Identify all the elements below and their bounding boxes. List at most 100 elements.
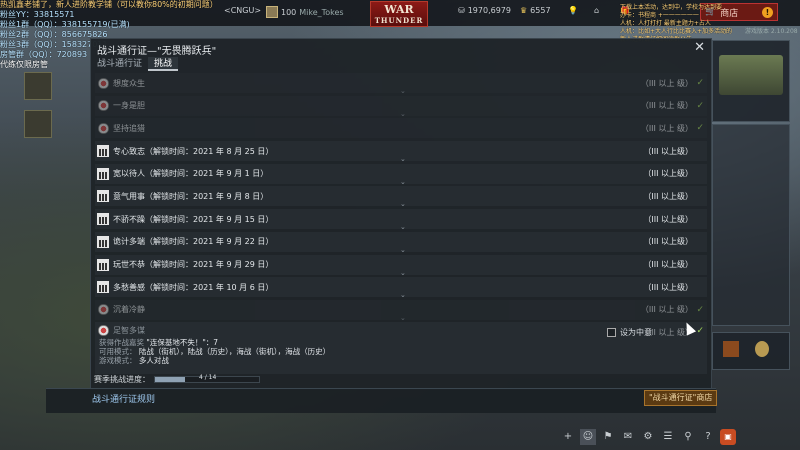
chevron-down-icon[interactable]: ⌄ — [400, 155, 406, 163]
notification-icon[interactable]: ▣ — [720, 429, 736, 445]
challenge-label: 专心致志（解锁时间：2021 年 8 月 25 日） — [113, 146, 274, 156]
stats-icon[interactable]: ⚲ — [680, 429, 696, 445]
plus-icon[interactable]: + — [560, 429, 576, 445]
help-icon[interactable]: ? — [700, 429, 716, 445]
check-icon: ✓ — [696, 304, 704, 315]
chevron-down-icon[interactable]: ⌄ — [400, 200, 406, 208]
friends-icon[interactable]: ⚑ — [600, 429, 616, 445]
challenge-label: 足智多谋 — [113, 325, 145, 335]
close-icon[interactable]: ✕ — [694, 40, 705, 55]
overlay-line: 粉丝YY：33815571 — [0, 10, 75, 19]
detail-key: 可用模式： — [99, 347, 137, 356]
chevron-down-icon[interactable]: ⌄ — [400, 87, 406, 95]
chat-icon[interactable]: ✉ — [620, 429, 636, 445]
season-progress-bar: 4 / 14 — [154, 374, 260, 383]
chevron-down-icon[interactable]: ⌄ — [400, 291, 406, 299]
challenge-row[interactable]: 意气用事（解锁时间：2021 年 9 月 8 日） （III 以上级） ⌄ — [95, 186, 707, 208]
right-reward-slot[interactable] — [712, 332, 790, 370]
calendar-icon — [97, 281, 109, 294]
challenge-row[interactable]: 坚持追猎 （III 以上 级） ✓ — [95, 118, 707, 139]
chevron-down-icon[interactable]: ⌄ — [400, 178, 406, 186]
challenge-row[interactable]: 玩世不恭（解锁时间：2021 年 9 月 29 日） （III 以上级） ⌄ — [95, 254, 707, 277]
battle-pass-rules-link[interactable]: 战斗通行证规则 — [92, 392, 155, 405]
left-reward-slot[interactable] — [24, 110, 52, 138]
challenge-detail-line: 游戏模式： 多人对战 — [99, 356, 707, 365]
medal-icon — [98, 77, 109, 89]
challenge-medal-icon — [98, 324, 109, 336]
tab-battle-pass[interactable]: 战斗通行证 — [91, 57, 148, 71]
player-info[interactable]: 100 Mike_Tokes — [266, 6, 344, 18]
challenge-row[interactable]: 想度众生 （III 以上 级） ✓ ⌄ — [95, 73, 707, 95]
chevron-down-icon[interactable]: ⌄ — [400, 110, 406, 118]
detail-value: 多人对战 — [138, 356, 169, 365]
chevron-down-icon[interactable]: ⌄ — [400, 223, 406, 231]
squad-icon[interactable]: ☺ — [580, 429, 596, 445]
chevron-down-icon[interactable]: ⌄ — [400, 269, 406, 277]
silver-balance[interactable]: ⛁ 1970,6979 — [458, 6, 511, 15]
right-side-list — [712, 124, 790, 326]
overlay-right-line: 下载上本活动，达到中，学校为达到要 — [620, 4, 723, 11]
challenge-requirement: （III 以上 级） — [640, 123, 693, 133]
challenge-label: 意气用事（解锁时间：2021 年 9 月 8 日） — [113, 191, 269, 201]
detail-key: 游戏模式： — [99, 356, 137, 365]
left-reward-slot[interactable] — [24, 72, 52, 100]
challenge-label: 不骄不躁（解锁时间：2021 年 9 月 15 日） — [113, 214, 274, 224]
calendar-icon — [97, 258, 109, 271]
gold-value: 6557 — [530, 6, 551, 15]
home-icon[interactable]: ⌂ — [594, 6, 599, 15]
challenge-label: 宽以待人（解锁时间：2021 年 9 月 1 日） — [113, 169, 269, 179]
challenge-label: 想度众生 — [113, 78, 145, 88]
dialog-title: 战斗通行证—"无畏腾跃兵" — [97, 46, 217, 57]
list-icon[interactable]: ☰ — [660, 429, 676, 445]
challenge-requirement: （III 以上 级） — [640, 305, 693, 315]
challenge-row[interactable]: 一身是胆 （III 以上 级） ✓ ⌄ — [95, 95, 707, 118]
bottom-toolbar: + ☺ ⚑ ✉ ⚙ ☰ ⚲ ? ▣ — [560, 428, 736, 446]
settings-gear-icon[interactable]: ⚙ — [640, 429, 656, 445]
player-level: 100 — [281, 7, 297, 17]
challenge-label: 玩世不恭（解锁时间：2021 年 9 月 29 日） — [113, 260, 274, 269]
tab-challenges[interactable]: 挑战 — [148, 57, 179, 71]
season-label: 赛季挑战进度： — [94, 375, 150, 384]
challenge-expanded[interactable]: 足智多谋 获得作战嘉奖 "连保基地不失！"：7 可用模式： 陆战（街机），陆战（… — [95, 322, 707, 374]
challenge-label: 坚持追猎 — [113, 123, 145, 133]
tank-image — [719, 55, 783, 95]
overlay-right-line: 人机：人打打打 最新主题力+占人 — [620, 20, 711, 27]
chevron-down-icon[interactable]: ⌄ — [400, 314, 406, 322]
check-icon: ✓ — [696, 326, 704, 336]
challenge-requirement: （III 以上 级） — [640, 78, 693, 88]
challenge-row[interactable]: 宽以待人（解锁时间：2021 年 9 月 1 日） （III 以上级） ⌄ — [95, 163, 707, 186]
chevron-down-icon[interactable]: ⌄ — [400, 246, 406, 254]
alert-icon: ! — [762, 6, 773, 18]
overlay-right-line: 人机：比如+大人行比比赛入+加多活动的 — [620, 28, 733, 35]
medal-icon — [98, 122, 109, 134]
favorite-checkbox[interactable] — [607, 328, 616, 337]
challenge-requirement: （III 以上级） — [643, 146, 693, 156]
challenge-row[interactable]: 沉着冷静 （III 以上 级） ✓ ⌄ — [95, 299, 707, 322]
challenge-row[interactable]: 诡计多端（解锁时间：2021 年 9 月 22 日） （III 以上级） ⌄ — [95, 231, 707, 254]
medal-icon — [98, 100, 109, 112]
battle-pass-shop-button[interactable]: "战斗通行证"商店 — [644, 390, 718, 406]
check-icon: ✓ — [696, 100, 704, 111]
detail-value: 陆战（街机），陆战（历史），海战（街机），海战（历史） — [138, 347, 331, 356]
challenge-list: 想度众生 （III 以上 级） ✓ ⌄ 一身是胆 （III 以上 级） ✓ ⌄ 坚持追猎 （III… — [95, 73, 707, 323]
challenge-requirement: （III 以上级） — [643, 282, 693, 292]
challenge-row[interactable]: 多愁善感（解锁时间：2021 年 10 月 6 日） （III 以上级） ⌄ — [95, 277, 707, 299]
calendar-icon — [97, 235, 109, 248]
detail-value: "连保基地不失！"：7 — [146, 338, 219, 347]
calendar-icon — [97, 213, 109, 226]
detail-key: 获得作战嘉奖 — [99, 338, 144, 347]
overlay-right-line: 办卡：书程商 +一一一一一一 — [620, 12, 699, 19]
challenge-label: 多愁善感（解锁时间：2021 年 10 月 6 日） — [113, 282, 274, 292]
medal-icon — [98, 304, 109, 316]
gold-balance[interactable]: ♛ 6557 — [520, 6, 551, 15]
war-thunder-logo: WAR THUNDER — [370, 1, 428, 27]
squad-tag: <CNGU> — [224, 6, 262, 15]
challenge-row[interactable]: 不骄不躁（解锁时间：2021 年 9 月 15 日） （III 以上级） ⌄ — [95, 209, 707, 231]
season-progress-fill — [155, 377, 186, 382]
challenge-row[interactable]: 专心致志（解锁时间：2021 年 8 月 25 日） （III 以上级） ⌄ — [95, 141, 707, 163]
challenge-detail-line: 可用模式： 陆战（街机），陆战（历史），海战（街机），海战（历史） — [99, 347, 707, 356]
calendar-icon — [97, 190, 109, 203]
challenge-requirement: （III 以上级） — [643, 260, 693, 269]
right-vehicle-panel[interactable] — [712, 40, 790, 122]
tips-lightbulb-icon[interactable]: 💡 — [568, 6, 578, 15]
